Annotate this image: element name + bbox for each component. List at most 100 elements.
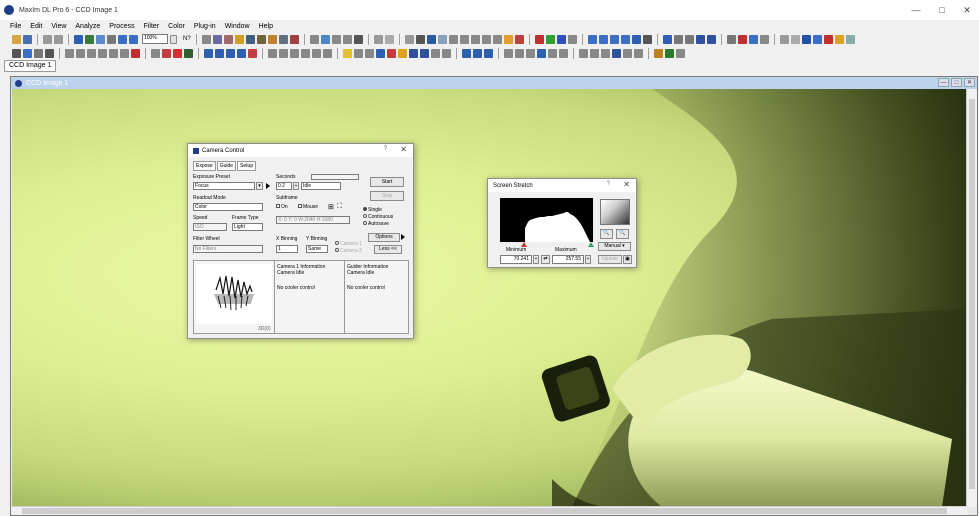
- undo-icon[interactable]: [43, 34, 52, 44]
- zoom-dropdown-icon[interactable]: [170, 34, 177, 44]
- ellipse-icon[interactable]: [279, 48, 288, 58]
- screen-stretch-close-button[interactable]: ✕: [623, 180, 630, 189]
- scope-icon[interactable]: [779, 34, 789, 44]
- blue-channel-icon[interactable]: [556, 34, 566, 44]
- open-icon[interactable]: [12, 34, 21, 44]
- grayscale-icon[interactable]: [567, 34, 577, 44]
- tab-guide[interactable]: Guide: [216, 161, 237, 171]
- copy-icon[interactable]: [212, 34, 222, 44]
- close-button[interactable]: ✕: [956, 0, 978, 20]
- seconds-input[interactable]: 0.2: [276, 182, 292, 190]
- layout-3-icon[interactable]: [87, 48, 96, 58]
- start-button[interactable]: Start: [370, 177, 404, 187]
- calibrate-icon[interactable]: [151, 48, 160, 58]
- new-icon[interactable]: [201, 34, 211, 44]
- zoom-in-icon[interactable]: [118, 34, 127, 44]
- filter-wheel-select[interactable]: No Filters: [193, 245, 263, 253]
- zoom-fit-icon[interactable]: [587, 34, 597, 44]
- mount-3-icon[interactable]: [484, 48, 493, 58]
- select-icon[interactable]: [34, 48, 43, 58]
- dash-icon[interactable]: [301, 48, 310, 58]
- crosshair-icon[interactable]: [45, 48, 54, 58]
- annotate-6-icon[interactable]: [398, 48, 407, 58]
- readout-mode-select[interactable]: Color: [193, 203, 263, 211]
- camera1-radio[interactable]: Camera 1: [335, 241, 362, 247]
- align-icon[interactable]: [162, 48, 171, 58]
- menu-process[interactable]: Process: [109, 23, 134, 30]
- pointer-icon[interactable]: [12, 48, 21, 58]
- script-3-icon[interactable]: [526, 48, 535, 58]
- ext-2-icon[interactable]: [590, 48, 599, 58]
- bloom-icon[interactable]: [481, 34, 491, 44]
- annotate-3-icon[interactable]: [365, 48, 374, 58]
- deconvolve-icon[interactable]: [470, 34, 480, 44]
- layout-4-icon[interactable]: [98, 48, 107, 58]
- brightness-icon[interactable]: [503, 34, 513, 44]
- layout-1-icon[interactable]: [65, 48, 74, 58]
- less-button[interactable]: Less <<: [374, 245, 402, 254]
- paste-icon[interactable]: [223, 34, 233, 44]
- camera-control-close-button[interactable]: ✕: [400, 145, 407, 154]
- maximize-button[interactable]: □: [931, 0, 953, 20]
- levels-icon[interactable]: [404, 34, 414, 44]
- resize-icon[interactable]: [342, 34, 352, 44]
- combine-icon[interactable]: [173, 48, 182, 58]
- record-icon[interactable]: [184, 48, 193, 58]
- exposure-preset-select[interactable]: Focus: [193, 182, 255, 190]
- maximum-spinner[interactable]: ÷: [585, 255, 591, 264]
- camera-control-icon[interactable]: [631, 34, 641, 44]
- ext-9-icon[interactable]: [676, 48, 685, 58]
- bar-1-icon[interactable]: [204, 48, 213, 58]
- horizontal-scroll-thumb[interactable]: [22, 508, 947, 514]
- annotate-4-icon[interactable]: [376, 48, 385, 58]
- continuous-radio[interactable]: Continuous: [363, 214, 393, 220]
- log-icon[interactable]: [759, 34, 769, 44]
- sequence-icon[interactable]: [726, 34, 736, 44]
- bar-4-icon[interactable]: [237, 48, 246, 58]
- crop-icon[interactable]: [309, 34, 319, 44]
- light-icon[interactable]: [834, 34, 844, 44]
- subframe-full-icon[interactable]: ⛶: [337, 203, 342, 211]
- graph-icon[interactable]: [384, 34, 394, 44]
- colon-icon[interactable]: [323, 48, 332, 58]
- ccd-image-canvas[interactable]: [12, 89, 966, 507]
- minimum-spinner[interactable]: ÷: [533, 255, 539, 264]
- annotate-8-icon[interactable]: [420, 48, 429, 58]
- ext-6-icon[interactable]: [634, 48, 643, 58]
- ext-3-icon[interactable]: [601, 48, 610, 58]
- zoom-out-icon[interactable]: [129, 34, 138, 44]
- help-button[interactable]: N?: [183, 36, 191, 42]
- histogram-display[interactable]: [500, 198, 593, 242]
- menu-view[interactable]: View: [51, 23, 66, 30]
- plot-icon[interactable]: [684, 34, 694, 44]
- y-binning-select[interactable]: Same: [306, 245, 328, 253]
- image-info-icon[interactable]: [673, 34, 683, 44]
- x-binning-select[interactable]: 1: [276, 245, 298, 253]
- red-channel-icon[interactable]: [534, 34, 544, 44]
- update-button[interactable]: Update: [598, 255, 622, 264]
- vertical-scroll-thumb[interactable]: [969, 99, 975, 489]
- dome-icon[interactable]: [790, 34, 800, 44]
- menu-analyze[interactable]: Analyze: [75, 23, 100, 30]
- annotate-7-icon[interactable]: [409, 48, 418, 58]
- flip-icon[interactable]: [331, 34, 341, 44]
- network-icon[interactable]: [845, 34, 855, 44]
- hot-pixel-icon[interactable]: [492, 34, 502, 44]
- horizontal-scrollbar[interactable]: [12, 506, 967, 515]
- curves-icon[interactable]: [426, 34, 436, 44]
- script-4-icon[interactable]: [537, 48, 546, 58]
- menu-file[interactable]: File: [10, 23, 21, 30]
- menu-plugin[interactable]: Plug-in: [194, 23, 216, 30]
- filter-icon[interactable]: [437, 34, 447, 44]
- annotate-5-icon[interactable]: [387, 48, 396, 58]
- menu-color[interactable]: Color: [168, 23, 185, 30]
- annotate-1-icon[interactable]: [343, 48, 352, 58]
- measure-icon[interactable]: [353, 34, 363, 44]
- tab-ccd-image-1[interactable]: CCD Image 1: [4, 60, 57, 72]
- mount-1-icon[interactable]: [462, 48, 471, 58]
- subframe-on-checkbox[interactable]: On: [276, 204, 288, 210]
- script-2-icon[interactable]: [515, 48, 524, 58]
- ext-5-icon[interactable]: [623, 48, 632, 58]
- stop-button[interactable]: Stop: [370, 191, 404, 201]
- stretch-zoom-in-icon[interactable]: 🔍: [600, 229, 613, 239]
